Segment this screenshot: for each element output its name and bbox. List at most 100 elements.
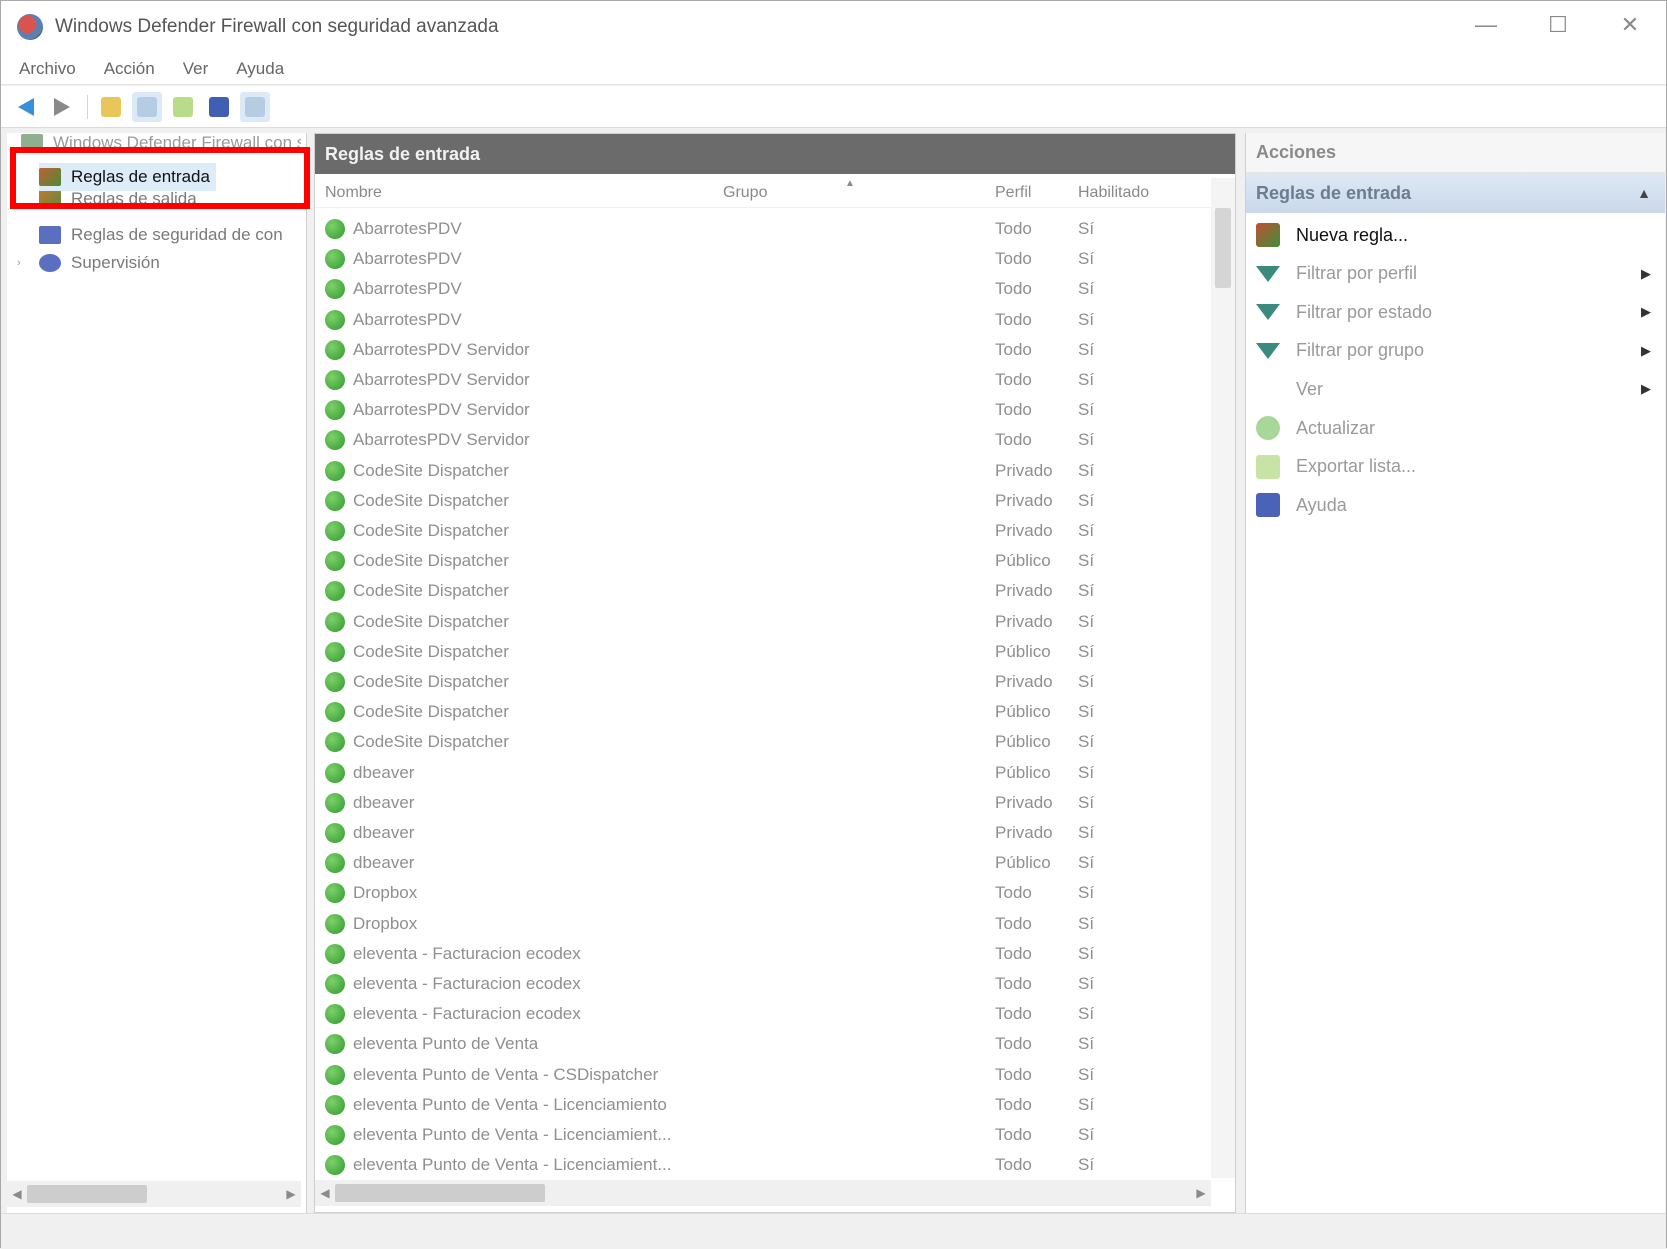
column-perfil[interactable]: Perfil [995,184,1031,202]
table-row[interactable]: eleventa Punto de Venta - CSDispatcher To… [315,1060,1210,1090]
scroll-right-icon[interactable]: ▶ [1191,1186,1211,1200]
up-folder-button[interactable] [96,92,126,122]
table-row[interactable]: AbarrotesPDV Servidor Todo Sí [315,425,1210,455]
enabled-rule-icon [325,762,345,783]
table-row[interactable]: AbarrotesPDV Servidor Todo Sí [315,335,1210,365]
collapse-caret-icon[interactable]: ▲ [1637,185,1651,201]
rule-profile: Privado [995,521,1053,540]
actions-section-header[interactable]: Reglas de entrada ▲ [1246,173,1665,213]
close-button[interactable]: ✕ [1594,1,1666,49]
table-row[interactable]: CodeSite Dispatcher Público Sí [315,637,1210,667]
help-toolbar-button[interactable] [204,92,234,122]
table-row[interactable]: eleventa Punto de Venta - Licenciamiento… [315,1090,1210,1120]
forward-button[interactable] [47,92,77,122]
enabled-rule-icon [325,672,345,692]
rules-horizontal-scrollbar[interactable]: ◀ ▶ [315,1180,1211,1206]
table-row[interactable]: eleventa - Facturacion ecodex Todo Sí [315,939,1210,969]
tree-horizontal-scrollbar[interactable]: ◀ ▶ [7,1181,301,1207]
column-nombre[interactable]: Nombre [325,184,382,202]
table-row[interactable]: AbarrotesPDV Servidor Todo Sí [315,395,1210,425]
rule-profile: Privado [995,792,1053,812]
enabled-rule-icon [325,853,345,874]
enabled-rule-icon [325,279,345,300]
rule-name: dbeaver [353,853,415,873]
tree-item-reglas-de-seguridad[interactable]: Reglas de seguridad de con [39,221,283,249]
action-3[interactable]: Filtrar por grupo ▶ [1246,333,1665,369]
menu-ayuda[interactable]: Ayuda [236,59,284,79]
scroll-thumb[interactable] [335,1184,545,1202]
export-toolbar-button[interactable] [168,92,198,122]
table-row[interactable]: AbarrotesPDV Servidor Todo Sí [315,365,1210,395]
action-6[interactable]: Exportar lista... [1246,449,1665,485]
rule-enabled: Sí [1078,1064,1095,1084]
table-row[interactable]: CodeSite Dispatcher Público Sí [315,727,1210,757]
action-label: Filtrar por perfil [1296,263,1418,284]
rule-name: Dropbox [353,913,418,933]
table-row[interactable]: dbeaver Privado Sí [315,788,1210,818]
rule-enabled: Sí [1078,581,1095,601]
enabled-rule-icon [325,460,345,481]
table-row[interactable]: CodeSite Dispatcher Privado Sí [315,516,1210,546]
table-row[interactable]: CodeSite Dispatcher Público Sí [315,697,1210,727]
table-row[interactable]: AbarrotesPDV Todo Sí [315,305,1210,335]
rule-profile: Privado [995,823,1053,842]
table-row[interactable]: eleventa - Facturacion ecodex Todo Sí [315,999,1210,1029]
table-row[interactable]: Dropbox Todo Sí [315,878,1210,908]
menu-accion[interactable]: Acción [104,59,155,79]
tree-item-supervision[interactable]: › Supervisión [17,249,160,277]
table-row[interactable]: AbarrotesPDV Todo Sí [315,244,1210,274]
rule-profile: Público [995,702,1051,722]
back-button[interactable] [11,92,41,122]
action-4[interactable]: Ver ▶ [1246,371,1665,407]
table-row[interactable]: CodeSite Dispatcher Privado Sí [315,576,1210,606]
column-habilitado[interactable]: Habilitado [1078,184,1149,202]
table-row[interactable]: CodeSite Dispatcher Privado Sí [315,607,1210,637]
menu-ver[interactable]: Ver [183,59,209,79]
table-row[interactable]: AbarrotesPDV Todo Sí [315,274,1210,304]
rule-enabled: Sí [1078,249,1095,269]
firewall-window: Windows Defender Firewall con seguridad … [0,0,1667,1249]
scroll-left-icon[interactable]: ◀ [7,1187,27,1201]
table-row[interactable]: dbeaver Público Sí [315,848,1210,878]
console-tree-icon [137,96,157,117]
minimize-button[interactable]: — [1450,1,1522,49]
submenu-arrow-icon: ▶ [1641,381,1651,397]
rules-vertical-scrollbar[interactable] [1211,178,1235,1178]
scroll-thumb[interactable] [27,1185,147,1203]
show-tree-button[interactable] [132,91,162,122]
table-row[interactable]: CodeSite Dispatcher Privado Sí [315,456,1210,486]
action-2[interactable]: Filtrar por estado ▶ [1246,294,1665,330]
scroll-left-icon[interactable]: ◀ [315,1186,335,1200]
table-row[interactable]: eleventa Punto de Venta - Licenciamient.… [315,1120,1210,1150]
column-grupo[interactable]: Grupo [723,184,767,202]
table-row[interactable]: dbeaver Privado Sí [315,818,1210,848]
menu-archivo[interactable]: Archivo [19,59,76,79]
enabled-rule-icon [325,1125,345,1145]
maximize-button[interactable]: ☐ [1522,1,1594,49]
enabled-rule-icon [325,823,345,843]
enabled-rule-icon [325,611,345,632]
table-row[interactable]: dbeaver Público Sí [315,758,1210,788]
scroll-thumb[interactable] [1215,208,1231,288]
action-0[interactable]: Nueva regla... [1246,217,1665,253]
action-7[interactable]: Ayuda [1246,487,1665,523]
table-row[interactable]: AbarrotesPDV Todo Sí [315,214,1210,244]
show-actions-button[interactable] [240,91,270,122]
table-row[interactable]: CodeSite Dispatcher Público Sí [315,546,1210,576]
rule-profile: Privado [995,460,1053,480]
expand-chevron-icon[interactable]: › [17,257,39,269]
table-row[interactable]: eleventa Punto de Venta Todo Sí [315,1029,1210,1059]
rule-profile: Público [995,853,1051,873]
scroll-right-icon[interactable]: ▶ [281,1187,301,1201]
table-row[interactable]: eleventa - Facturacion ecodex Todo Sí [315,969,1210,999]
table-row[interactable]: Dropbox Todo Sí [315,909,1210,939]
table-row[interactable]: CodeSite Dispatcher Privado Sí [315,486,1210,516]
table-row[interactable]: eleventa Punto de Venta - Licenciamient.… [315,1150,1210,1180]
rule-name: eleventa - Facturacion ecodex [353,974,581,993]
action-1[interactable]: Filtrar por perfil ▶ [1246,256,1665,292]
rule-profile: Todo [995,883,1032,903]
rule-name: dbeaver [353,762,415,782]
action-5[interactable]: Actualizar [1246,410,1665,446]
rule-enabled: Sí [1078,370,1095,389]
table-row[interactable]: CodeSite Dispatcher Privado Sí [315,667,1210,697]
